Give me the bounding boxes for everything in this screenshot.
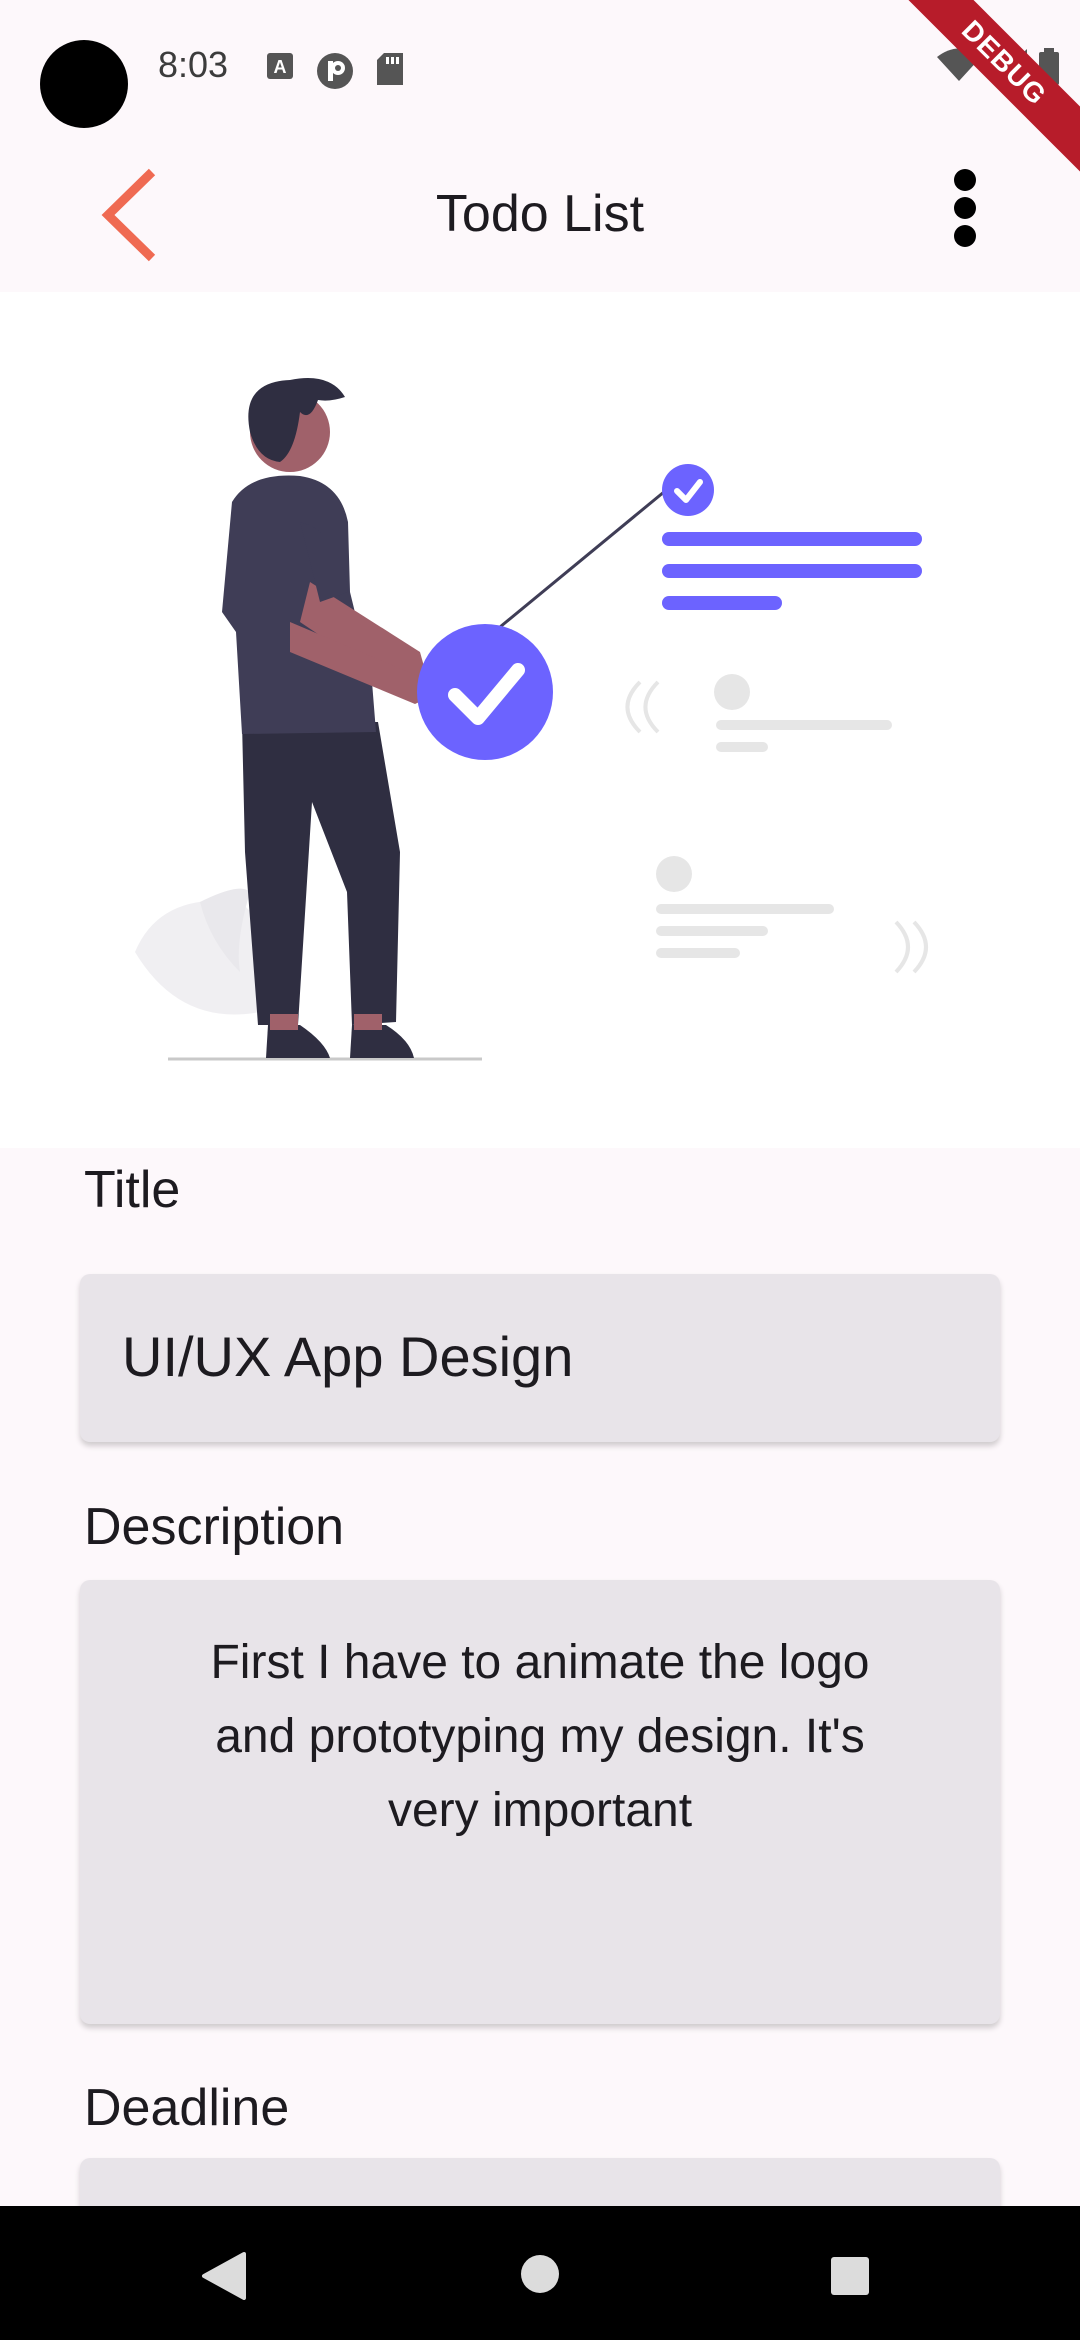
- app-bar: Todo List: [0, 140, 1080, 290]
- description-input[interactable]: First I have to animate the logo and pro…: [80, 1580, 1000, 2024]
- status-bar: 8:03 A DEBUG: [0, 0, 1080, 179]
- more-vertical-icon: [954, 169, 976, 247]
- todo-detail-screen: 8:03 A DEBUG Todo List Title UI/UX App D…: [0, 0, 1080, 2340]
- title-input[interactable]: UI/UX App Design: [80, 1274, 1000, 1442]
- task-illustration: [0, 292, 1080, 1148]
- person-checking-task-illustration: [135, 378, 928, 1061]
- page-title: Todo List: [435, 185, 645, 243]
- back-triangle-icon[interactable]: [200, 2252, 246, 2300]
- description-label: Description: [84, 1498, 345, 1556]
- deadline-label: Deadline: [84, 2079, 290, 2137]
- camera-cutout: [40, 40, 128, 128]
- sd-card-icon: [377, 53, 403, 85]
- description-value: First I have to animate the logo and pro…: [210, 1636, 870, 1837]
- svg-text:A: A: [274, 57, 287, 77]
- more-options-button[interactable]: [930, 166, 1000, 266]
- system-navigation-bar: [0, 2206, 1080, 2340]
- notification-icons: A: [266, 52, 404, 90]
- a-icon: A: [267, 53, 293, 79]
- recents-square-icon[interactable]: [830, 2256, 870, 2296]
- p-icon: [317, 53, 353, 89]
- title-value: UI/UX App Design: [122, 1325, 574, 1388]
- title-label: Title: [84, 1161, 181, 1219]
- status-time: 8:03: [158, 44, 229, 85]
- home-circle-icon[interactable]: [520, 2254, 560, 2294]
